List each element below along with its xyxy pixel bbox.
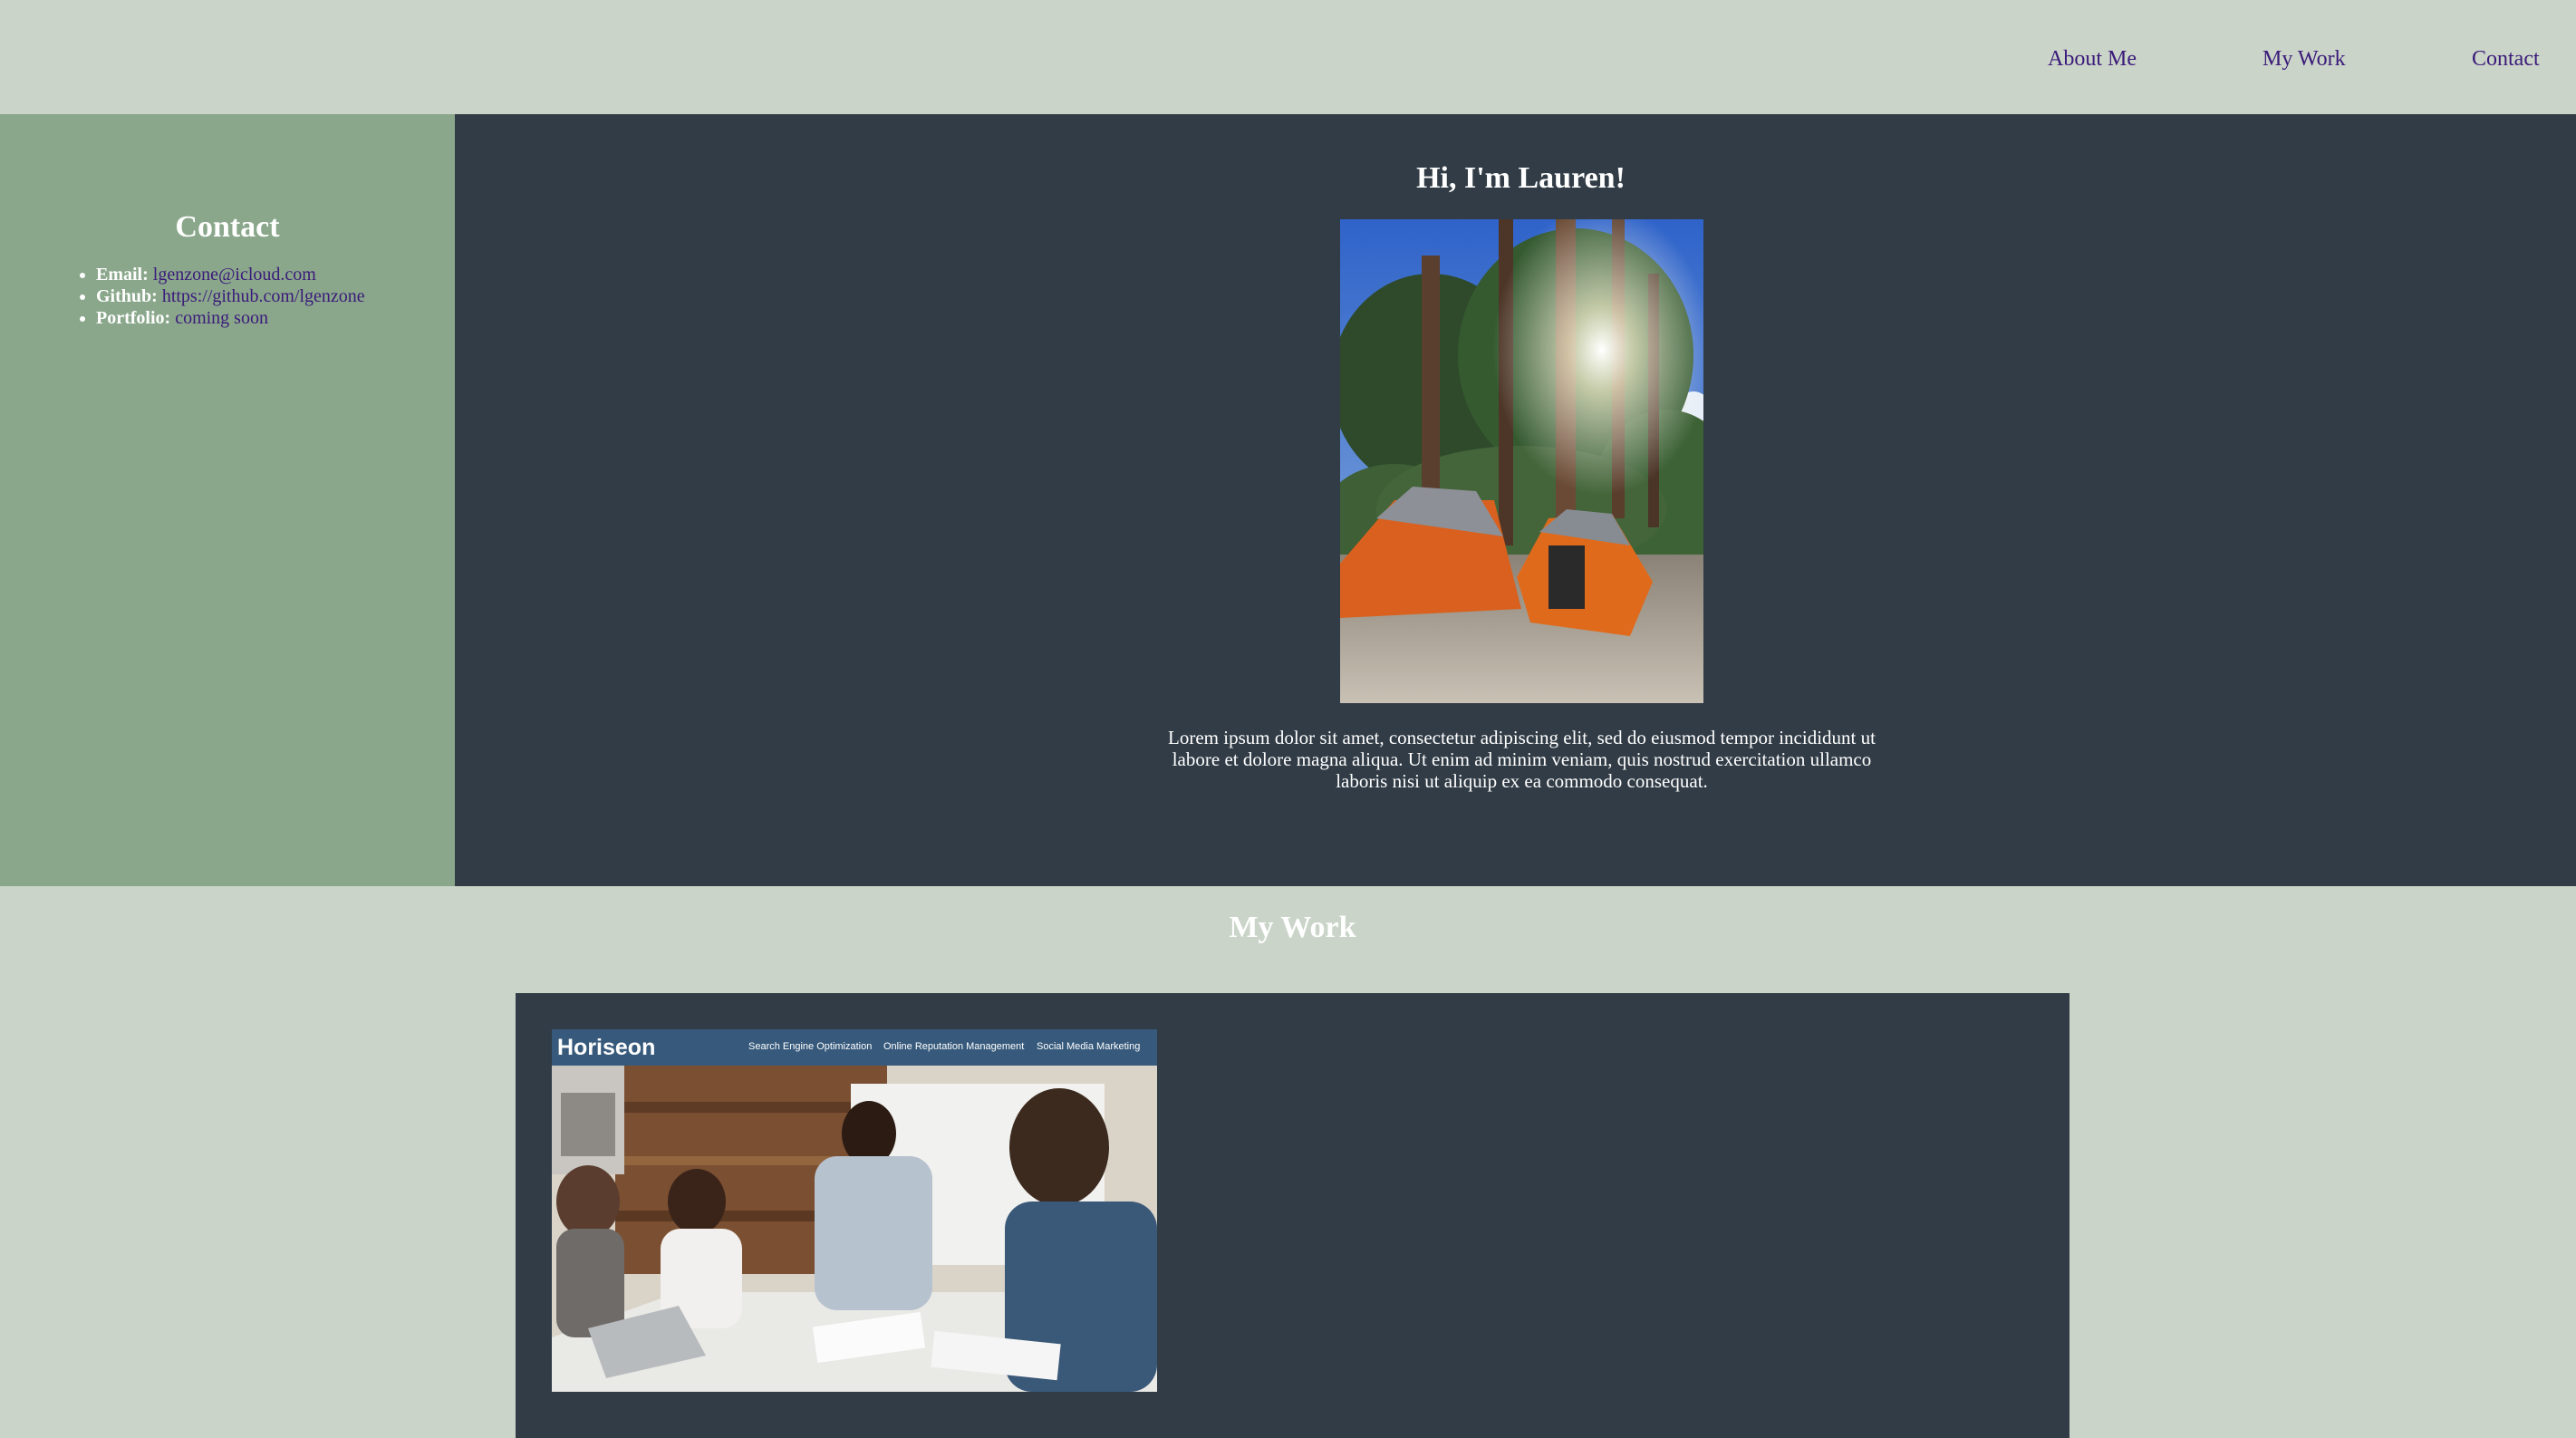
about-section: Hi, I'm Lauren! Lorem ipsum dolor sit am…	[455, 114, 2576, 886]
contact-item-github: Github: https://github.com/lgenzone	[96, 285, 365, 307]
contact-item-portfolio: Portfolio: coming soon	[96, 307, 365, 329]
horiseon-nav-item: Search Engine Optimization	[748, 1041, 873, 1052]
horiseon-nav-item: Online Reputation Management	[883, 1041, 1025, 1052]
contact-label: Portfolio:	[96, 308, 171, 328]
nav-my-work-link[interactable]: My Work	[2262, 43, 2346, 74]
contact-label: Email:	[96, 265, 149, 285]
work-panel: Horiseon Search Engine Optimization Onli…	[516, 993, 2069, 1438]
horiseon-logo: Horiseon	[557, 1035, 656, 1060]
portfolio-link[interactable]: coming soon	[175, 308, 268, 328]
header: About Me My Work Contact	[0, 0, 2576, 114]
about-heading: Hi, I'm Lauren!	[1416, 161, 1626, 195]
contact-sidebar: Contact Email: lgenzone@icloud.com Githu…	[0, 114, 455, 886]
about-paragraph: Lorem ipsum dolor sit amet, consectetur …	[1168, 727, 1876, 792]
nav-contact-link[interactable]: Contact	[2472, 43, 2540, 74]
horiseon-header-bar: Horiseon Search Engine Optimization Onli…	[552, 1029, 1157, 1066]
nav-about-link[interactable]: About Me	[2048, 43, 2137, 74]
horiseon-nav-item: Social Media Marketing	[1037, 1041, 1141, 1052]
work-heading: My Work	[1229, 911, 1356, 944]
camping-photo	[1340, 219, 1703, 703]
email-link[interactable]: lgenzone@icloud.com	[153, 265, 316, 285]
github-link[interactable]: https://github.com/lgenzone	[162, 286, 365, 306]
contact-heading: Contact	[175, 210, 280, 244]
contact-item-email: Email: lgenzone@icloud.com	[96, 264, 365, 285]
team-meeting-photo	[552, 1066, 1157, 1392]
contact-label: Github:	[96, 286, 158, 306]
contact-list: Email: lgenzone@icloud.com Github: https…	[66, 264, 365, 329]
horiseon-project-card[interactable]: Horiseon Search Engine Optimization Onli…	[552, 1029, 1157, 1392]
